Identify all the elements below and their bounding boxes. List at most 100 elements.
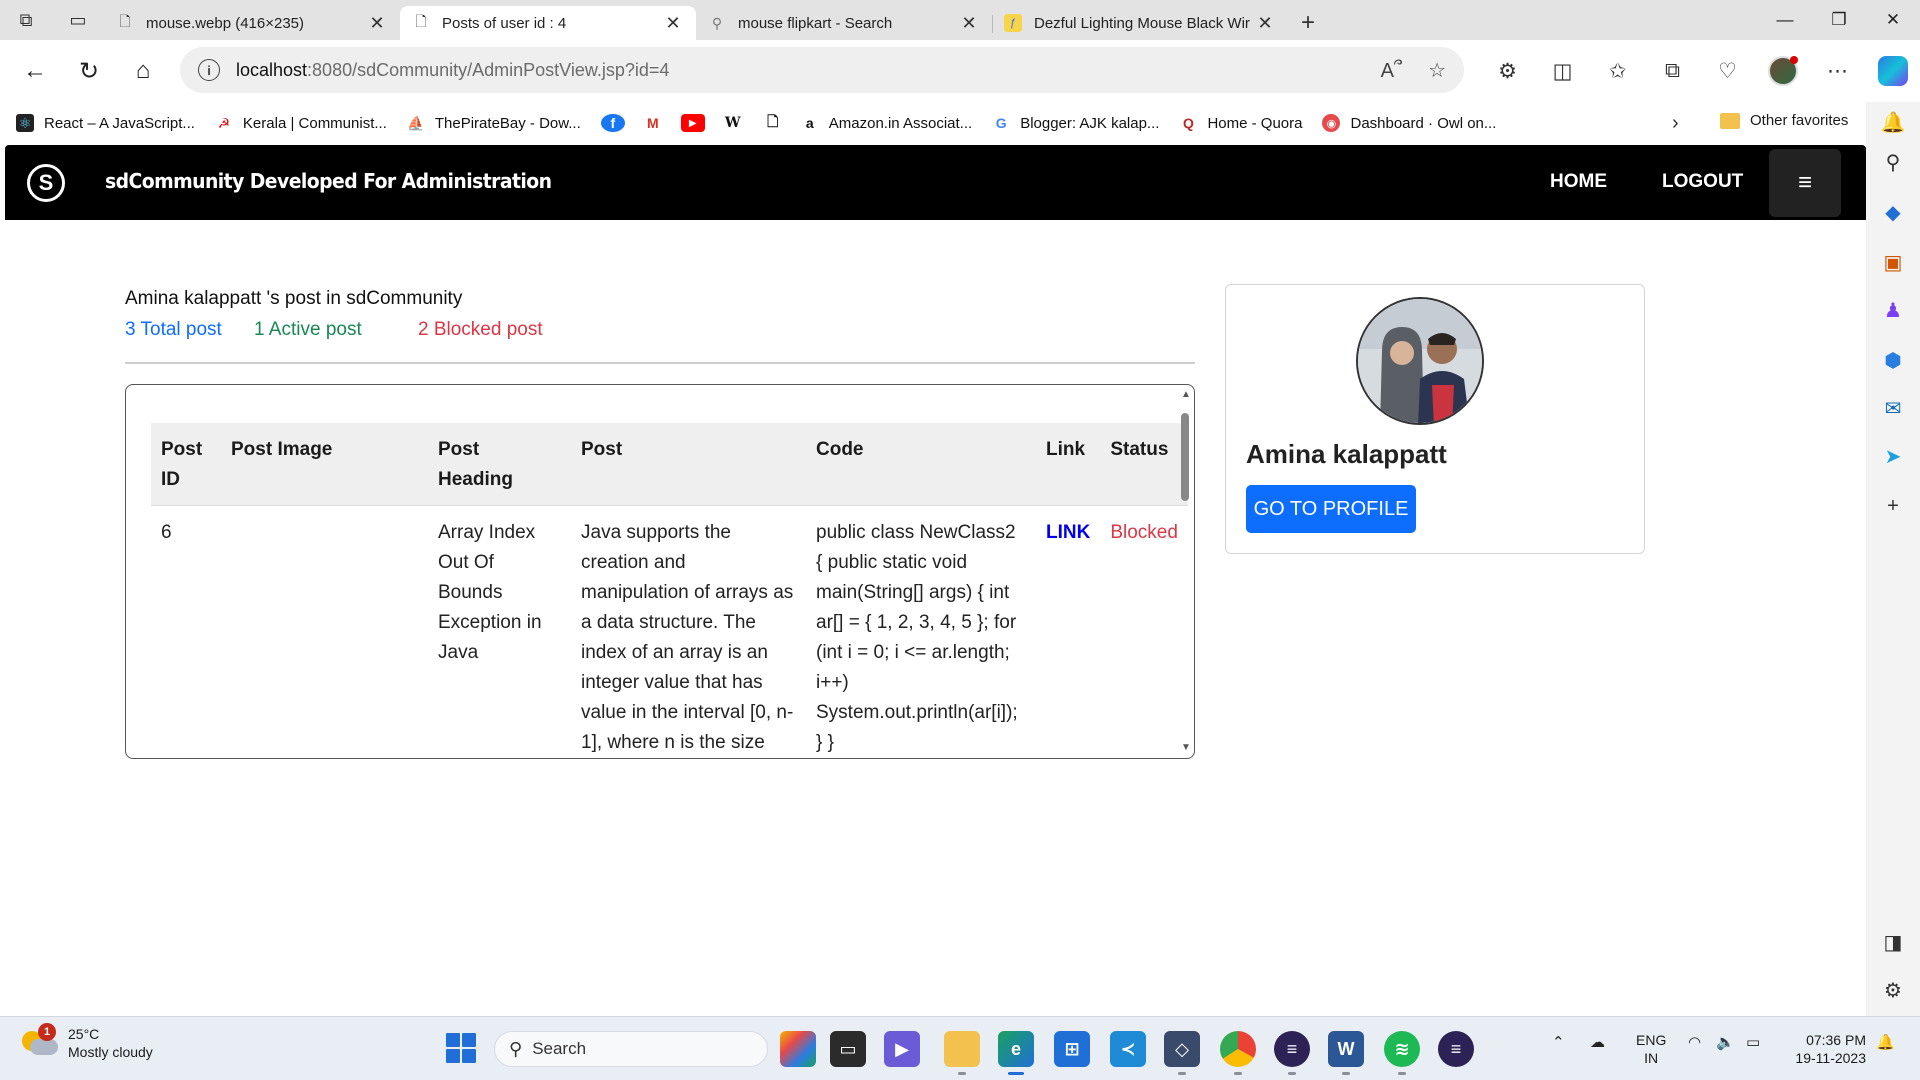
address-bar[interactable]: i localhost:8080/sdCommunity/AdminPostVi… — [180, 47, 1464, 93]
extensions-icon[interactable]: ⚙ — [1480, 44, 1535, 98]
netbeans-icon[interactable]: ◇ — [1164, 1031, 1200, 1075]
home-icon[interactable]: ⌂ — [116, 44, 170, 98]
favorite-document[interactable]: 🗋 — [761, 113, 785, 132]
favorite-amazon[interactable]: a Amazon.in Associat... — [801, 114, 972, 132]
file-explorer-icon[interactable] — [944, 1031, 980, 1075]
spotify-icon[interactable]: ≋ — [1384, 1031, 1420, 1075]
split-screen-icon[interactable]: ◫ — [1535, 44, 1590, 98]
word-icon[interactable]: W — [1328, 1031, 1364, 1075]
volume-icon[interactable]: 🔈 — [1716, 1033, 1735, 1051]
favorites-icon[interactable]: ✩ — [1590, 44, 1645, 98]
sidebar-panel-icon[interactable]: ◨ — [1866, 922, 1920, 962]
favorite-facebook[interactable]: f — [600, 114, 625, 132]
eclipse-icon[interactable]: ≡ — [1274, 1031, 1310, 1075]
cell-link[interactable]: LINK — [1036, 506, 1100, 759]
tools-icon[interactable]: ▣ — [1866, 242, 1920, 282]
copilot-pre-icon[interactable] — [780, 1031, 816, 1067]
workspaces-icon[interactable]: ⧉ — [0, 0, 52, 40]
posts-table-container[interactable]: Post ID Post Image Post Heading Post Code … — [125, 384, 1195, 759]
favorite-quora[interactable]: Q Home - Quora — [1179, 114, 1303, 132]
chrome-icon[interactable] — [1220, 1031, 1256, 1075]
eclipse-ide-icon[interactable]: ≡ — [1438, 1031, 1474, 1067]
edge-browser-icon[interactable]: e — [998, 1031, 1034, 1075]
refresh-icon[interactable]: ↻ — [62, 44, 116, 98]
back-icon[interactable]: ← — [8, 44, 62, 98]
post-owner-heading: Amina kalappatt 's post in sdCommunity — [125, 288, 462, 310]
go-to-profile-button[interactable]: GO TO PROFILE — [1246, 485, 1416, 533]
sdcommunity-logo-icon[interactable]: S — [27, 164, 65, 202]
settings-gear-icon[interactable]: ⚙ — [1866, 970, 1920, 1010]
favorite-piratebay[interactable]: ⛵ ThePirateBay - Dow... — [407, 114, 581, 132]
drop-icon[interactable]: ➤ — [1866, 436, 1920, 476]
weather-widget[interactable]: 1 25°C Mostly cloudy — [22, 1023, 153, 1061]
browser-tab[interactable]: ⚲ mouse flipkart - Search ✕ — [696, 6, 992, 40]
taskbar-search[interactable]: ⚲ Search — [494, 1031, 768, 1067]
browser-essentials-icon[interactable]: ♡ — [1700, 44, 1755, 98]
onedrive-icon[interactable]: ☁ — [1590, 1033, 1605, 1051]
profile-name: Amina kalappatt — [1246, 439, 1447, 469]
site-title[interactable]: sdCommunity Developed For Administration — [105, 169, 552, 193]
site-info-icon[interactable]: i — [198, 59, 220, 81]
profile-avatar-icon[interactable] — [1755, 44, 1810, 98]
system-clock[interactable]: 07:36 PM 19-11-2023 — [1786, 1031, 1866, 1067]
games-icon[interactable]: ♟ — [1866, 290, 1920, 330]
browser-tab-active[interactable]: 🗋 Posts of user id : 4 ✕ — [400, 6, 696, 40]
table-scrollbar[interactable]: ▲ ▼ — [1178, 387, 1192, 755]
blocked-post-count: 2 Blocked post — [418, 319, 543, 340]
favorite-youtube[interactable]: ▶ — [680, 114, 705, 132]
teams-chat-icon[interactable]: ▶ — [884, 1031, 920, 1067]
restore-icon[interactable]: ❐ — [1812, 0, 1866, 40]
favorite-kerala[interactable]: ☭ Kerala | Communist... — [215, 114, 387, 132]
battery-icon[interactable]: ▭ — [1746, 1033, 1760, 1051]
tab-actions-icon[interactable]: ▭ — [52, 0, 104, 40]
favorite-gmail[interactable]: M — [641, 114, 665, 132]
scrollbar-thumb[interactable] — [1181, 413, 1189, 501]
close-icon[interactable]: ✕ — [958, 13, 980, 34]
favorite-star-icon[interactable]: ☆ — [1428, 58, 1446, 83]
favorite-label: Home - Quora — [1207, 114, 1303, 132]
close-icon[interactable]: ✕ — [1254, 13, 1276, 34]
hamburger-menu-icon[interactable]: ≡ — [1769, 149, 1841, 217]
copilot-icon[interactable] — [1865, 44, 1920, 98]
chevron-right-icon[interactable]: › — [1672, 112, 1679, 135]
column-header-post-image: Post Image — [221, 423, 428, 506]
more-options-icon[interactable]: ⋯ — [1810, 44, 1865, 98]
new-tab-button[interactable]: + — [1288, 6, 1328, 40]
favorite-owl[interactable]: ◉ Dashboard · Owl on... — [1322, 114, 1496, 132]
notification-icon[interactable]: 🔔 — [1876, 1033, 1895, 1051]
collections-icon[interactable]: ⧉ — [1645, 44, 1700, 98]
shopping-tag-icon[interactable]: ◆ — [1866, 192, 1920, 232]
browser-tab[interactable]: 🗋 mouse.webp (416×235) ✕ — [104, 6, 400, 40]
input-language[interactable]: ENG IN — [1636, 1031, 1666, 1067]
microsoft365-icon[interactable]: ⬢ — [1866, 340, 1920, 380]
windows-start-icon[interactable] — [446, 1033, 476, 1063]
other-favorites[interactable]: Other favorites — [1720, 112, 1848, 129]
wifi-icon[interactable]: ◠ — [1688, 1033, 1701, 1051]
notification-bell-icon[interactable]: 🔔 — [1866, 102, 1920, 142]
minimize-icon[interactable]: — — [1758, 0, 1812, 40]
read-aloud-icon[interactable]: A՞ — [1381, 58, 1402, 83]
browser-tab[interactable]: ƒ Dezful Lighting Mouse Black Wir ✕ — [992, 6, 1288, 40]
favorite-blogger[interactable]: G Blogger: AJK kalap... — [992, 114, 1160, 132]
close-window-icon[interactable]: ✕ — [1866, 0, 1920, 40]
nav-home-link[interactable]: HOME — [1550, 171, 1607, 193]
microsoft-store-icon[interactable]: ⊞ — [1054, 1031, 1090, 1067]
add-icon[interactable]: + — [1866, 486, 1920, 526]
region-code: IN — [1644, 1050, 1659, 1066]
outlook-icon[interactable]: ✉ — [1866, 388, 1920, 428]
nav-logout-link[interactable]: LOGOUT — [1662, 171, 1743, 193]
close-icon[interactable]: ✕ — [366, 13, 388, 34]
vscode-icon[interactable]: ≺ — [1110, 1031, 1146, 1067]
profile-photo-icon — [1358, 299, 1482, 423]
owl-icon: ◉ — [1322, 114, 1341, 132]
favorite-wikipedia[interactable]: W — [721, 114, 745, 132]
folder-icon — [1720, 112, 1740, 129]
favorite-react[interactable]: ⚛ React – A JavaScript... — [16, 114, 195, 132]
task-view-icon[interactable]: ▭ — [830, 1031, 866, 1067]
close-icon[interactable]: ✕ — [662, 13, 684, 34]
scroll-up-icon[interactable]: ▲ — [1181, 389, 1191, 400]
search-icon[interactable]: ⚲ — [1866, 142, 1920, 182]
browser-toolbar: ← ↻ ⌂ i localhost:8080/sdCommunity/Admin… — [0, 40, 1920, 102]
show-hidden-icons-icon[interactable]: ⌃ — [1552, 1033, 1565, 1051]
scroll-down-icon[interactable]: ▼ — [1181, 742, 1191, 753]
